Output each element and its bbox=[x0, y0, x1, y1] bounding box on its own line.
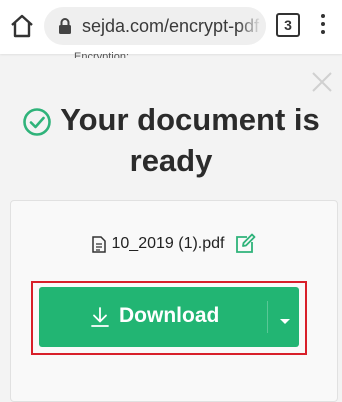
chevron-down-icon[interactable] bbox=[279, 313, 291, 324]
button-divider bbox=[267, 301, 268, 333]
edit-icon[interactable] bbox=[234, 233, 256, 255]
address-bar[interactable]: sejda.com/encrypt-pdf bbox=[44, 7, 266, 45]
success-heading: Your document is ready bbox=[0, 100, 342, 181]
close-icon[interactable] bbox=[310, 70, 334, 94]
file-icon bbox=[91, 235, 106, 253]
result-card: 10_2019 (1).pdf Download bbox=[10, 200, 338, 402]
file-name: 10_2019 (1).pdf bbox=[111, 235, 225, 252]
clipped-label: Encryption: bbox=[74, 52, 130, 58]
lock-icon bbox=[58, 18, 72, 34]
tab-switcher-button[interactable]: 3 bbox=[276, 13, 300, 37]
page-title: Your document is ready bbox=[60, 102, 320, 178]
file-row: 10_2019 (1).pdf bbox=[11, 233, 337, 255]
download-icon bbox=[89, 306, 111, 328]
download-label: Download bbox=[119, 304, 220, 327]
url-text: sejda.com/encrypt-pdf bbox=[82, 16, 260, 36]
check-circle-icon bbox=[22, 107, 52, 137]
download-highlight: Download bbox=[31, 281, 307, 355]
browser-toolbar: sejda.com/encrypt-pdf 3 bbox=[0, 0, 342, 54]
home-icon[interactable] bbox=[8, 12, 36, 40]
more-vertical-icon[interactable] bbox=[318, 10, 328, 40]
url-fade bbox=[238, 7, 266, 45]
download-button[interactable]: Download bbox=[39, 287, 299, 347]
